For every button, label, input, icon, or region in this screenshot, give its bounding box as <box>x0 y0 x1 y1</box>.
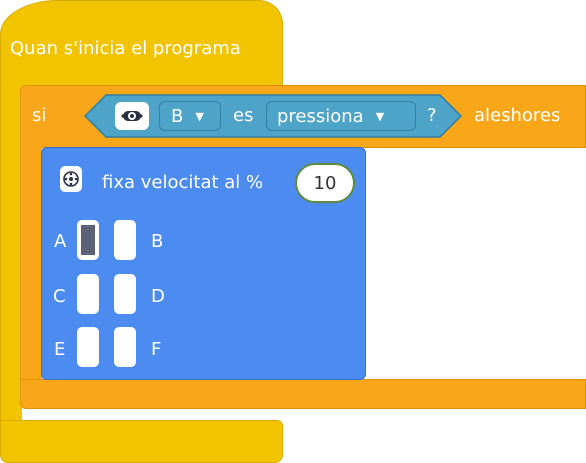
port-a-selected-indicator <box>81 225 95 255</box>
hat-block-arm <box>0 88 22 428</box>
hat-block-label: Quan s'inicia el programa <box>10 38 241 59</box>
port-label-a: A <box>54 231 67 252</box>
port-f-toggle[interactable] <box>114 327 136 367</box>
if-block-arm <box>20 140 42 390</box>
hat-block-foot <box>0 420 283 463</box>
button-port-dropdown[interactable]: B ▼ <box>159 101 221 131</box>
is-label: es <box>233 105 254 126</box>
button-state-dropdown[interactable]: pressiona ▼ <box>266 101 416 131</box>
caret-down-icon: ▼ <box>375 109 385 123</box>
port-b-toggle[interactable] <box>114 220 136 260</box>
controller-button-icon <box>115 102 149 130</box>
port-label-e: E <box>54 339 66 360</box>
button-port-value: B <box>171 105 184 127</box>
if-block-foot <box>20 379 586 409</box>
port-label-c: C <box>53 286 66 307</box>
port-e-toggle[interactable] <box>77 327 99 367</box>
speed-value: 10 <box>313 172 337 194</box>
port-c-toggle[interactable] <box>77 274 99 314</box>
port-label-d: D <box>151 286 165 307</box>
if-label: si <box>32 105 47 126</box>
port-a-toggle[interactable] <box>77 220 99 260</box>
question-mark: ? <box>427 105 437 126</box>
port-label-b: B <box>151 231 164 252</box>
port-label-f: F <box>151 339 162 360</box>
caret-down-icon: ▼ <box>195 109 204 123</box>
speed-block-label: fixa velocitat al % <box>102 172 264 193</box>
button-state-value: pressiona <box>277 105 364 127</box>
speed-input[interactable]: 10 <box>295 163 355 203</box>
then-label: aleshores <box>474 105 561 126</box>
motor-pair-icon <box>60 166 82 192</box>
port-d-toggle[interactable] <box>114 274 136 314</box>
